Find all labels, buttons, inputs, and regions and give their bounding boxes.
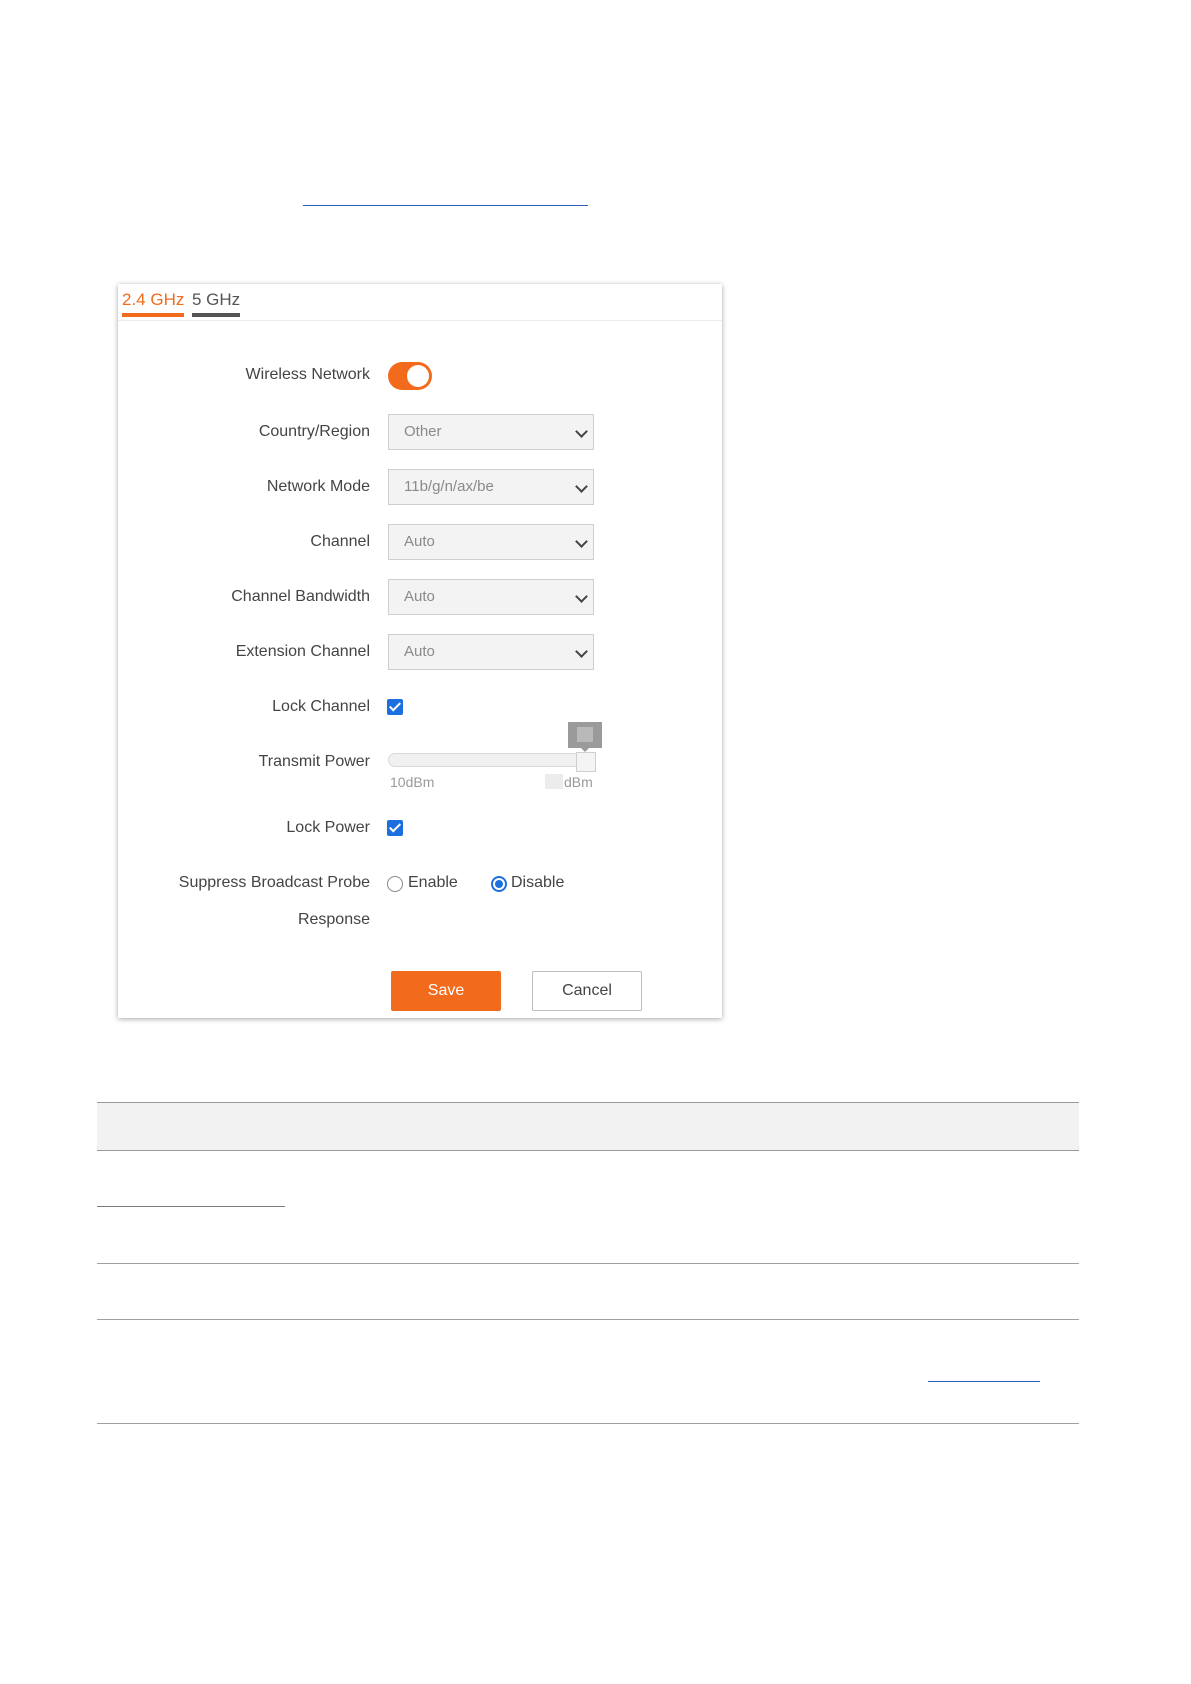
channel-value: Auto — [404, 533, 435, 550]
suppress-enable-label[interactable]: Enable — [408, 874, 458, 892]
lock-channel-label: Lock Channel — [272, 698, 370, 715]
cancel-button[interactable]: Cancel — [532, 971, 642, 1011]
channel-label: Channel — [310, 533, 370, 550]
power-min-label: 10dBm — [390, 774, 435, 790]
lock-power-checkbox[interactable] — [387, 820, 403, 836]
chevron-down-icon — [575, 480, 588, 493]
network-mode-value: 11b/g/n/ax/be — [404, 478, 494, 495]
table-row-divider — [97, 1319, 1079, 1320]
transmit-power-slider-handle[interactable] — [576, 752, 596, 772]
suppress-broadcast-label-line2: Response — [297, 911, 370, 928]
band-tabs: 2.4 GHz 5 GHz — [118, 284, 722, 321]
document-link-underline[interactable] — [303, 205, 588, 206]
chevron-down-icon — [575, 425, 588, 438]
checkmark-icon — [388, 699, 402, 712]
lock-channel-checkbox[interactable] — [387, 699, 403, 715]
table-row-divider — [97, 1423, 1079, 1424]
wireless-network-label: Wireless Network — [245, 366, 370, 383]
suppress-disable-label[interactable]: Disable — [511, 874, 564, 892]
channel-select[interactable]: Auto — [388, 524, 594, 560]
extension-channel-select[interactable]: Auto — [388, 634, 594, 670]
checkmark-icon — [388, 820, 402, 833]
extension-channel-value: Auto — [404, 643, 435, 660]
suppress-enable-radio[interactable] — [387, 876, 403, 892]
chevron-down-icon — [575, 590, 588, 603]
channel-bandwidth-value: Auto — [404, 588, 435, 605]
toggle-knob — [407, 365, 429, 387]
suppress-disable-radio[interactable] — [491, 876, 507, 892]
power-max-label: dBm — [564, 774, 593, 790]
save-button[interactable]: Save — [391, 971, 501, 1011]
transmit-power-slider[interactable] — [388, 753, 596, 767]
network-mode-select[interactable]: 11b/g/n/ax/be — [388, 469, 594, 505]
lock-power-label: Lock Power — [286, 819, 370, 836]
wireless-network-toggle[interactable] — [388, 362, 432, 390]
power-max-value-box — [545, 774, 563, 789]
table-link-underline[interactable] — [928, 1381, 1040, 1382]
chevron-down-icon — [575, 645, 588, 658]
table-link-underline[interactable] — [97, 1206, 285, 1207]
table-row-divider — [97, 1263, 1079, 1264]
chevron-down-icon — [575, 535, 588, 548]
suppress-broadcast-label: Suppress Broadcast Probe — [178, 874, 370, 891]
tab-5ghz[interactable]: 5 GHz — [192, 290, 241, 317]
slider-value-tooltip — [568, 722, 602, 748]
transmit-power-label: Transmit Power — [258, 753, 370, 770]
country-region-label: Country/Region — [258, 423, 370, 440]
channel-bandwidth-label: Channel Bandwidth — [231, 588, 370, 605]
network-mode-label: Network Mode — [266, 478, 370, 495]
country-region-value: Other — [404, 423, 442, 440]
channel-bandwidth-select[interactable]: Auto — [388, 579, 594, 615]
wireless-settings-panel: 2.4 GHz 5 GHz Wireless Network Country/R… — [118, 284, 722, 1018]
country-region-select[interactable]: Other — [388, 414, 594, 450]
extension-channel-label: Extension Channel — [235, 643, 370, 660]
table-header — [97, 1102, 1079, 1151]
tab-2-4ghz[interactable]: 2.4 GHz — [122, 290, 185, 317]
